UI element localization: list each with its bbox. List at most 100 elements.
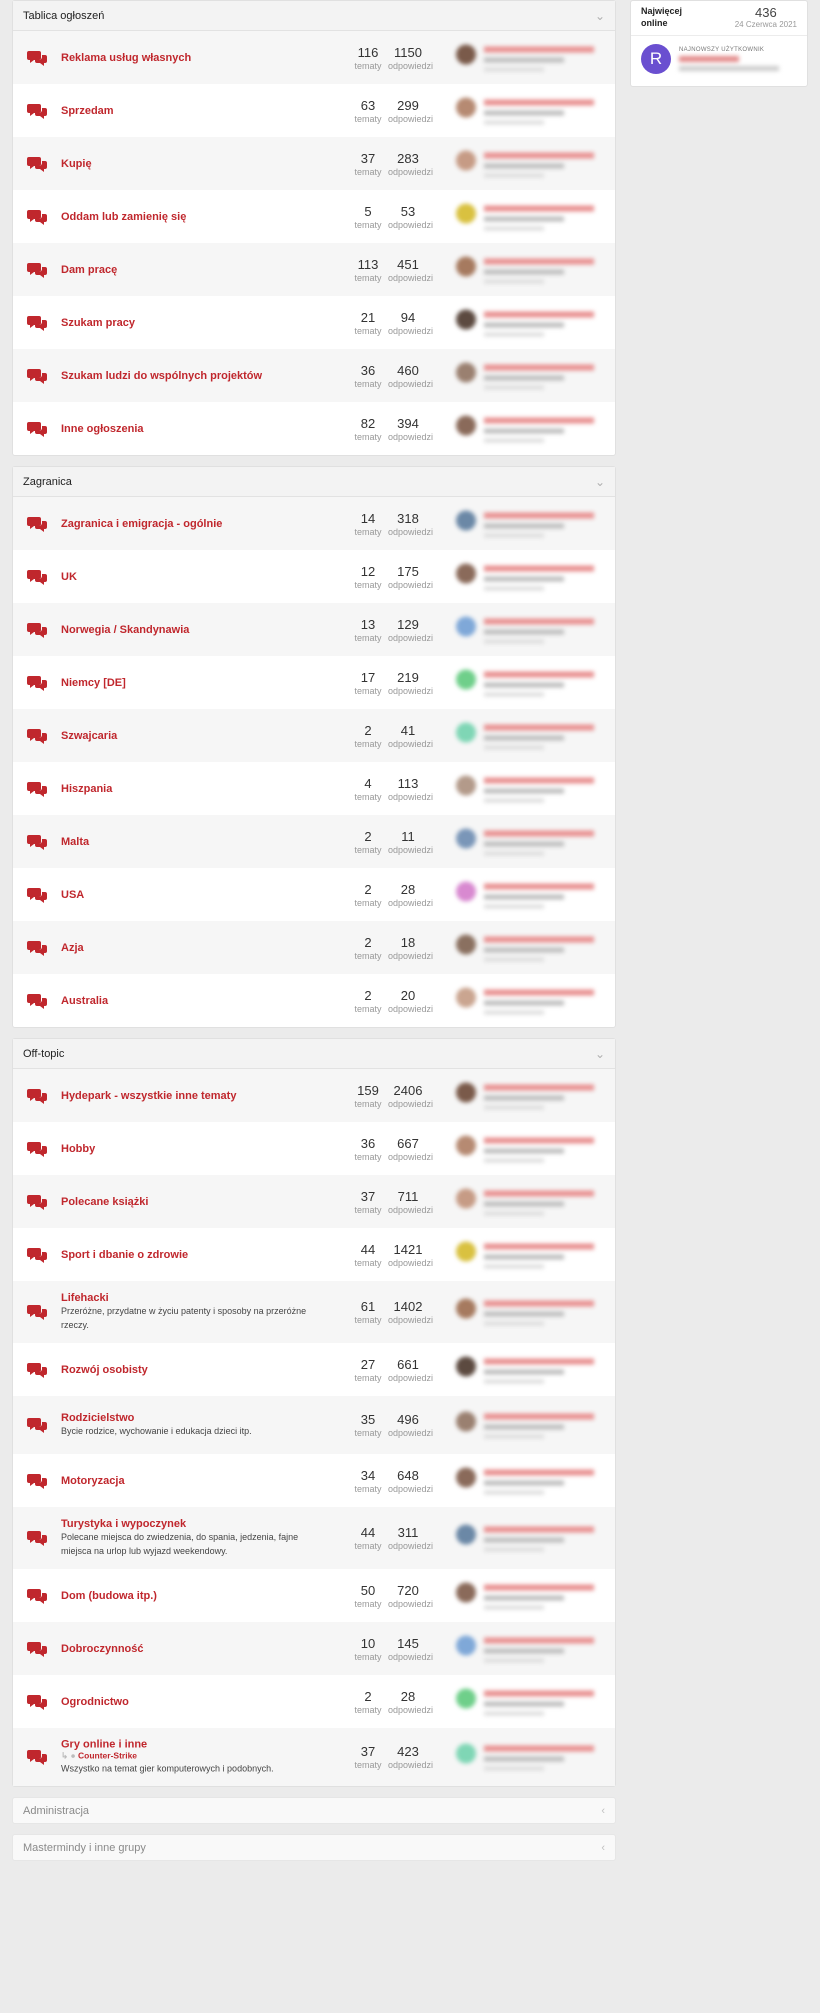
last-post[interactable] (456, 1524, 606, 1552)
forum-title-link[interactable]: Kupię (61, 158, 331, 170)
avatar[interactable] (456, 1241, 476, 1261)
forum-title-link[interactable]: Szwajcaria (61, 730, 331, 742)
last-post[interactable] (456, 1135, 606, 1162)
avatar[interactable] (456, 1524, 476, 1545)
forum-title-link[interactable]: Polecane książki (61, 1196, 331, 1208)
avatar[interactable] (456, 362, 476, 382)
category-header[interactable]: Zagranica ⌄ (13, 467, 615, 497)
forum-title-link[interactable]: Ogrodnictwo (61, 1696, 331, 1708)
last-post[interactable] (456, 44, 606, 71)
forum-title-link[interactable]: Inne ogłoszenia (61, 423, 331, 435)
last-post[interactable] (456, 97, 606, 124)
last-post[interactable] (456, 256, 606, 283)
subforum-label[interactable]: Counter-Strike (78, 1751, 137, 1761)
last-post[interactable] (456, 1188, 606, 1215)
chevron-down-icon[interactable]: ⌄ (595, 9, 605, 23)
avatar[interactable] (456, 1188, 476, 1208)
forum-title-link[interactable]: Hiszpania (61, 783, 331, 795)
avatar[interactable] (456, 256, 476, 276)
forum-title-link[interactable]: USA (61, 889, 331, 901)
forum-title-link[interactable]: Niemcy [DE] (61, 677, 331, 689)
forum-title-link[interactable]: Motoryzacja (61, 1475, 331, 1487)
avatar[interactable] (456, 510, 476, 530)
collapsed-category[interactable]: Administracja ‹ (12, 1797, 616, 1824)
forum-title-link[interactable]: UK (61, 571, 331, 583)
last-post[interactable] (456, 1743, 606, 1771)
forum-title-link[interactable]: Szukam pracy (61, 317, 331, 329)
category-header[interactable]: Tablica ogłoszeń ⌄ (13, 1, 615, 31)
avatar[interactable] (456, 616, 476, 636)
last-post[interactable] (456, 1356, 606, 1383)
last-post[interactable] (456, 616, 606, 643)
subforum-link[interactable]: ↳ ● Counter-Strike (61, 1751, 331, 1762)
avatar[interactable] (456, 1688, 476, 1708)
category-header[interactable]: Off-topic ⌄ (13, 1039, 615, 1069)
forum-title-link[interactable]: Sprzedam (61, 105, 331, 117)
avatar[interactable] (456, 1582, 476, 1602)
avatar[interactable] (456, 415, 476, 435)
forum-title-link[interactable]: Rozwój osobisty (61, 1364, 331, 1376)
forum-title-link[interactable]: Sport i dbanie o zdrowie (61, 1249, 331, 1261)
avatar[interactable] (456, 1082, 476, 1102)
forum-title-link[interactable]: Reklama usług własnych (61, 52, 331, 64)
forum-title-link[interactable]: Hobby (61, 1143, 331, 1155)
last-post[interactable] (456, 1241, 606, 1268)
forum-title-link[interactable]: Dam pracę (61, 264, 331, 276)
forum-title-link[interactable]: Szukam ludzi do wspólnych projektów (61, 370, 331, 382)
forum-title-link[interactable]: Lifehacki (61, 1292, 331, 1304)
chevron-down-icon[interactable]: ⌄ (595, 1047, 605, 1061)
avatar[interactable] (456, 203, 476, 223)
forum-title-link[interactable]: Malta (61, 836, 331, 848)
avatar[interactable] (456, 669, 476, 689)
forum-title-link[interactable]: Azja (61, 942, 331, 954)
last-post[interactable] (456, 1635, 606, 1662)
last-post[interactable] (456, 934, 606, 961)
avatar[interactable] (456, 881, 476, 901)
last-post[interactable] (456, 881, 606, 908)
avatar[interactable] (456, 775, 476, 795)
chevron-down-icon[interactable]: ⌄ (595, 475, 605, 489)
last-post[interactable] (456, 722, 606, 749)
forum-title-link[interactable]: Dom (budowa itp.) (61, 1590, 331, 1602)
last-post[interactable] (456, 362, 606, 389)
forum-title-link[interactable]: Rodzicielstwo (61, 1412, 331, 1424)
avatar[interactable] (456, 150, 476, 170)
forum-title-link[interactable]: Turystyka i wypoczynek (61, 1518, 331, 1530)
avatar[interactable] (456, 563, 476, 583)
avatar[interactable] (456, 1743, 476, 1764)
avatar[interactable]: R (641, 44, 671, 74)
forum-title-link[interactable]: Norwegia / Skandynawia (61, 624, 331, 636)
last-post[interactable] (456, 415, 606, 442)
avatar[interactable] (456, 309, 476, 329)
last-post[interactable] (456, 987, 606, 1014)
avatar[interactable] (456, 1635, 476, 1655)
last-post[interactable] (456, 150, 606, 177)
last-post[interactable] (456, 309, 606, 336)
last-post[interactable] (456, 669, 606, 696)
avatar[interactable] (456, 828, 476, 848)
last-post[interactable] (456, 828, 606, 855)
forum-title-link[interactable]: Gry online i inne (61, 1739, 331, 1751)
last-post[interactable] (456, 1298, 606, 1326)
last-post[interactable] (456, 510, 606, 537)
avatar[interactable] (456, 1356, 476, 1376)
avatar[interactable] (456, 934, 476, 954)
last-post[interactable] (456, 1582, 606, 1609)
avatar[interactable] (456, 97, 476, 117)
last-post[interactable] (456, 1082, 606, 1109)
forum-title-link[interactable]: Dobroczynność (61, 1643, 331, 1655)
chevron-left-icon[interactable]: ‹ (601, 1805, 605, 1817)
avatar[interactable] (456, 1135, 476, 1155)
last-post[interactable] (456, 1467, 606, 1494)
chevron-left-icon[interactable]: ‹ (601, 1842, 605, 1854)
forum-title-link[interactable]: Hydepark - wszystkie inne tematy (61, 1090, 331, 1102)
last-post[interactable] (456, 1688, 606, 1715)
avatar[interactable] (456, 1411, 476, 1432)
last-post[interactable] (456, 563, 606, 590)
avatar[interactable] (456, 1467, 476, 1487)
avatar[interactable] (456, 987, 476, 1007)
avatar[interactable] (456, 1298, 476, 1319)
forum-title-link[interactable]: Australia (61, 995, 331, 1007)
newest-user[interactable]: R NAJNOWSZY UŻYTKOWNIK (631, 36, 807, 86)
last-post[interactable] (456, 775, 606, 802)
